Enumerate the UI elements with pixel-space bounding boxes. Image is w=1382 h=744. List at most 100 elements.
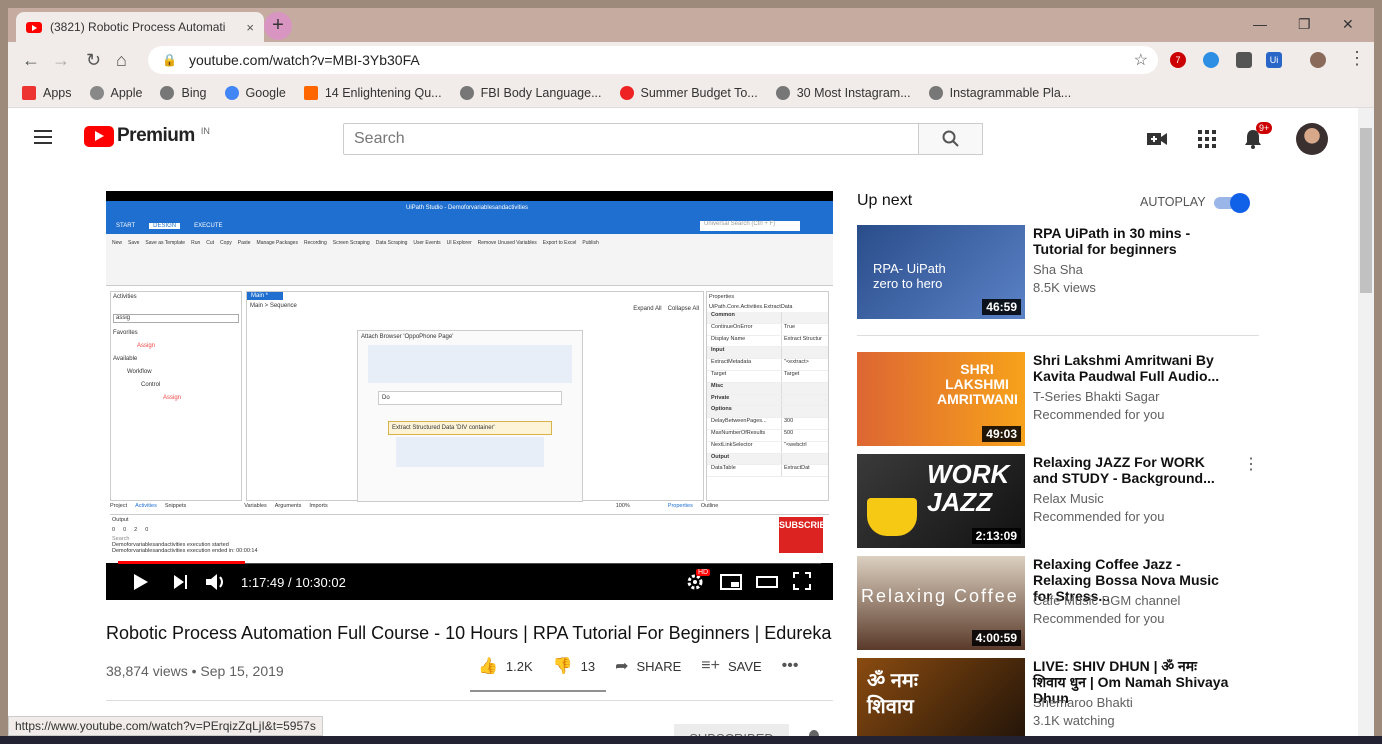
rec-channel[interactable]: Shemaroo Bhakti: [1033, 695, 1133, 710]
uipath-extension-icon[interactable]: Ui: [1266, 52, 1282, 68]
rec-channel[interactable]: T-Series Bhakti Sagar: [1033, 389, 1159, 404]
bookmark-google[interactable]: Google: [224, 85, 286, 100]
save-button[interactable]: ≡+ SAVE: [701, 657, 761, 675]
youtube-logo[interactable]: Premium IN: [84, 125, 210, 147]
tree-assign: Assign: [137, 343, 156, 349]
bookmark-star-icon[interactable]: ☆: [1134, 50, 1148, 70]
address-bar[interactable]: 🔒 youtube.com/watch?v=MBI-3Yb30FA ☆: [148, 46, 1158, 74]
tab-project: Project: [110, 503, 128, 509]
divider: [106, 700, 833, 701]
dislike-button[interactable]: 👎 13: [553, 656, 595, 676]
document-extension-icon[interactable]: [1236, 52, 1252, 68]
bookmark-enlightening[interactable]: 14 Enlightening Qu...: [303, 85, 442, 100]
rec-thumbnail-4[interactable]: Relaxing Coffee 4:00:59: [857, 556, 1025, 650]
rec-title[interactable]: Shri Lakshmi Amritwani By Kavita Paudwal…: [1033, 352, 1233, 384]
autoplay-toggle[interactable]: [1214, 193, 1250, 213]
more-vert-icon[interactable]: ⋮: [1243, 454, 1259, 474]
rec-title[interactable]: Relaxing JAZZ For WORK and STUDY - Backg…: [1033, 454, 1233, 486]
hamburger-menu-icon[interactable]: [34, 130, 52, 144]
rec-thumbnail-2[interactable]: SHRI LAKSHMI AMRITWANI 49:03: [857, 352, 1025, 446]
more-actions-button[interactable]: •••: [782, 657, 807, 675]
ribbon-user-events: User Events: [413, 240, 441, 246]
up-next-heading: Up next: [857, 192, 913, 209]
recommendation-3[interactable]: WORK JAZZ 2:13:09 Relaxing JAZZ For WORK…: [857, 454, 1259, 548]
cloud-extension-icon[interactable]: [1203, 52, 1219, 68]
rec-thumbnail-3[interactable]: WORK JAZZ 2:13:09: [857, 454, 1025, 548]
output-trace-count: 0: [145, 527, 149, 533]
property-value: 300: [781, 418, 828, 429]
reload-icon[interactable]: ↻: [86, 50, 101, 71]
page-scrollbar[interactable]: [1358, 108, 1374, 744]
properties-list: Common ContinueOnError True Display Name Ext…: [707, 312, 828, 478]
bookmark-instagrammable[interactable]: Instagrammable Pla...: [928, 85, 1071, 100]
share-arrow-icon: ➦: [615, 658, 629, 675]
search-button[interactable]: [918, 123, 983, 155]
volume-icon[interactable]: [206, 573, 228, 591]
property-key: Display Name: [711, 335, 746, 342]
minimize-icon[interactable]: —: [1253, 16, 1267, 32]
fullscreen-icon[interactable]: [793, 572, 811, 590]
browser-tab[interactable]: (3821) Robotic Process Automati ×: [16, 12, 264, 42]
tab-imports: Imports: [309, 503, 328, 509]
recommendation-2[interactable]: SHRI LAKSHMI AMRITWANI 49:03 Shri Lakshm…: [857, 352, 1257, 446]
video-player[interactable]: UiPath Studio - Demoforvariablesandactiv…: [106, 191, 833, 600]
properties-title: Properties: [709, 294, 735, 300]
scrollbar-thumb[interactable]: [1360, 128, 1372, 293]
property-value: Target: [781, 370, 828, 382]
activities-panel-title: Activities: [113, 294, 137, 300]
lock-icon: 🔒: [162, 53, 177, 67]
miniplayer-icon[interactable]: [720, 574, 742, 590]
recommendation-4[interactable]: Relaxing Coffee 4:00:59 Relaxing Coffee …: [857, 556, 1257, 650]
rec-title[interactable]: RPA UiPath in 30 mins - Tutorial for beg…: [1033, 225, 1233, 257]
share-button[interactable]: ➦ SHARE: [615, 656, 681, 676]
ribbon-cut: Cut: [206, 240, 215, 246]
adblock-icon[interactable]: 7: [1170, 52, 1186, 68]
menu-kebab-icon[interactable]: ⋮: [1348, 48, 1366, 69]
next-icon[interactable]: [174, 574, 188, 590]
bookmark-bing[interactable]: Bing: [160, 85, 207, 100]
theater-mode-icon[interactable]: [756, 574, 778, 590]
rec-thumbnail-1[interactable]: RPA- UiPath zero to hero 46:59: [857, 225, 1025, 319]
close-window-icon[interactable]: ✕: [1342, 16, 1354, 33]
restore-icon[interactable]: ❐: [1298, 16, 1311, 33]
logo-text: Premium: [117, 125, 195, 146]
play-icon[interactable]: [134, 574, 148, 590]
ribbon-copy: Copy: [220, 240, 232, 246]
back-icon[interactable]: ←: [22, 50, 40, 71]
bookmark-fbi[interactable]: FBI Body Language...: [459, 85, 602, 100]
recommendation-5[interactable]: ॐ नमः शिवाय LIVE: SHIV DHUN | ॐ नमः शिवा…: [857, 658, 1257, 744]
bookmark-apple[interactable]: Apple: [89, 85, 142, 100]
property-row: Common: [707, 312, 828, 324]
forward-icon[interactable]: →: [52, 50, 70, 71]
tab-close-button[interactable]: ×: [246, 20, 254, 35]
like-button[interactable]: 👍 1.2K: [478, 656, 533, 676]
rec-channel[interactable]: Cafe Music BGM channel: [1033, 593, 1180, 608]
rec-channel[interactable]: Sha Sha: [1033, 262, 1083, 277]
property-row: ContinueOnError True: [707, 323, 828, 336]
tab-activities: Activities: [135, 503, 157, 509]
output-title: Output: [112, 517, 129, 523]
apps-grid-icon[interactable]: [1196, 128, 1218, 150]
home-icon[interactable]: ⌂: [116, 50, 127, 71]
properties-class: UiPath.Core.Activities.ExtractData: [709, 304, 793, 310]
bookmark-apps[interactable]: Apps: [22, 85, 72, 100]
new-tab-button[interactable]: +: [264, 12, 292, 40]
globe-icon: [160, 85, 175, 100]
avatar[interactable]: [1296, 123, 1328, 155]
recommendation-1[interactable]: RPA- UiPath zero to hero 46:59 RPA UiPat…: [857, 225, 1257, 319]
ribbon-screen-scraping: Screen Scraping: [332, 240, 370, 246]
bookmark-summer[interactable]: Summer Budget To...: [619, 85, 758, 100]
output-info-count: 2: [134, 527, 138, 533]
bookmark-instagram[interactable]: 30 Most Instagram...: [775, 85, 911, 100]
video-progress-bar[interactable]: [118, 561, 821, 564]
rec-channel[interactable]: Relax Music: [1033, 491, 1104, 506]
output-warn-count: 0: [123, 527, 127, 533]
create-video-icon[interactable]: [1146, 128, 1168, 150]
status-bar-url: https://www.youtube.com/watch?v=PErqizZq…: [8, 716, 323, 736]
autoplay-label: AUTOPLAY: [1140, 195, 1206, 209]
rec-thumbnail-5[interactable]: ॐ नमः शिवाय: [857, 658, 1025, 744]
property-value: [781, 394, 828, 406]
property-value: [781, 347, 828, 359]
profile-icon[interactable]: [1310, 52, 1326, 68]
search-input[interactable]: Search: [343, 123, 919, 155]
